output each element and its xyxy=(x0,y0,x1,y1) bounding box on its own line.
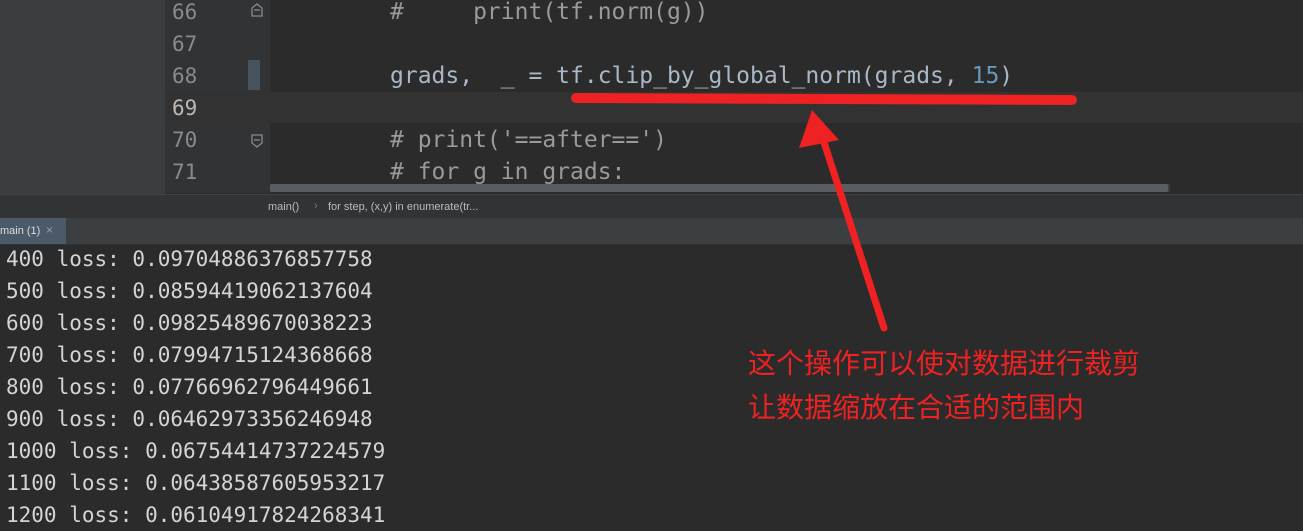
line-number-69: 69 xyxy=(172,96,198,120)
tab-run-main[interactable]: main (1) × xyxy=(0,218,66,244)
run-tab-label: main (1) xyxy=(0,225,41,237)
console-line: 600 loss: 0.09825489670038223 xyxy=(6,311,373,335)
annotation-text-line-1: 这个操作可以使对数据进行裁剪 xyxy=(748,347,1141,380)
console-line: 1200 loss: 0.06104917824268341 xyxy=(6,503,386,527)
code-line-68-text: grads, _ = tf.clip_by_global_norm(grads, xyxy=(390,63,972,89)
code-editor[interactable]: 66 67 68 69 70 71 # print(tf.norm(g)) gr… xyxy=(0,0,1303,219)
line-number-67: 67 xyxy=(172,32,198,56)
code-line-68-number: 15 xyxy=(971,63,1000,89)
code-line-70: # print('==after==') xyxy=(390,127,667,153)
breadcrumb-item-loop[interactable]: for step, (x,y) in enumerate(tr... xyxy=(328,201,478,213)
code-line-68: grads, _ = tf.clip_by_global_norm(grads,… xyxy=(390,60,1013,92)
close-icon[interactable]: × xyxy=(46,223,53,237)
line-number-71: 71 xyxy=(172,160,198,184)
caret-row-highlight xyxy=(165,92,1303,123)
project-panel-edge xyxy=(0,0,165,218)
console-line: 800 loss: 0.07766962796449661 xyxy=(6,375,373,399)
line-number-66: 66 xyxy=(172,0,198,24)
breadcrumb: main() › for step, (x,y) in enumerate(tr… xyxy=(0,194,1303,219)
console-line: 1000 loss: 0.06754414737224579 xyxy=(6,439,386,463)
fold-end-icon[interactable] xyxy=(249,2,265,18)
line-number-68: 68 xyxy=(172,64,198,88)
console-line: 500 loss: 0.08594419062137604 xyxy=(6,279,373,303)
line-number-70: 70 xyxy=(172,128,198,152)
breadcrumb-separator-icon: › xyxy=(314,200,318,212)
console-line: 1100 loss: 0.06438587605953217 xyxy=(6,471,386,495)
breadcrumb-item-main[interactable]: main() xyxy=(268,201,299,213)
code-line-68-close: ) xyxy=(999,63,1014,89)
console-line: 700 loss: 0.07994715124368668 xyxy=(6,343,373,367)
console-line: 900 loss: 0.06462973356246948 xyxy=(6,407,373,431)
annotation-text-line-2: 让数据缩放在合适的范围内 xyxy=(748,391,1085,424)
change-marker xyxy=(248,60,260,90)
console-line: 400 loss: 0.09704886376857758 xyxy=(6,247,373,271)
run-console[interactable]: 400 loss: 0.09704886376857758 500 loss: … xyxy=(0,245,1303,529)
code-line-66: # print(tf.norm(g)) xyxy=(390,0,709,25)
horizontal-scrollbar-thumb[interactable] xyxy=(270,184,1168,192)
fold-start-icon[interactable] xyxy=(249,133,265,149)
run-tab-bar xyxy=(0,218,1303,245)
